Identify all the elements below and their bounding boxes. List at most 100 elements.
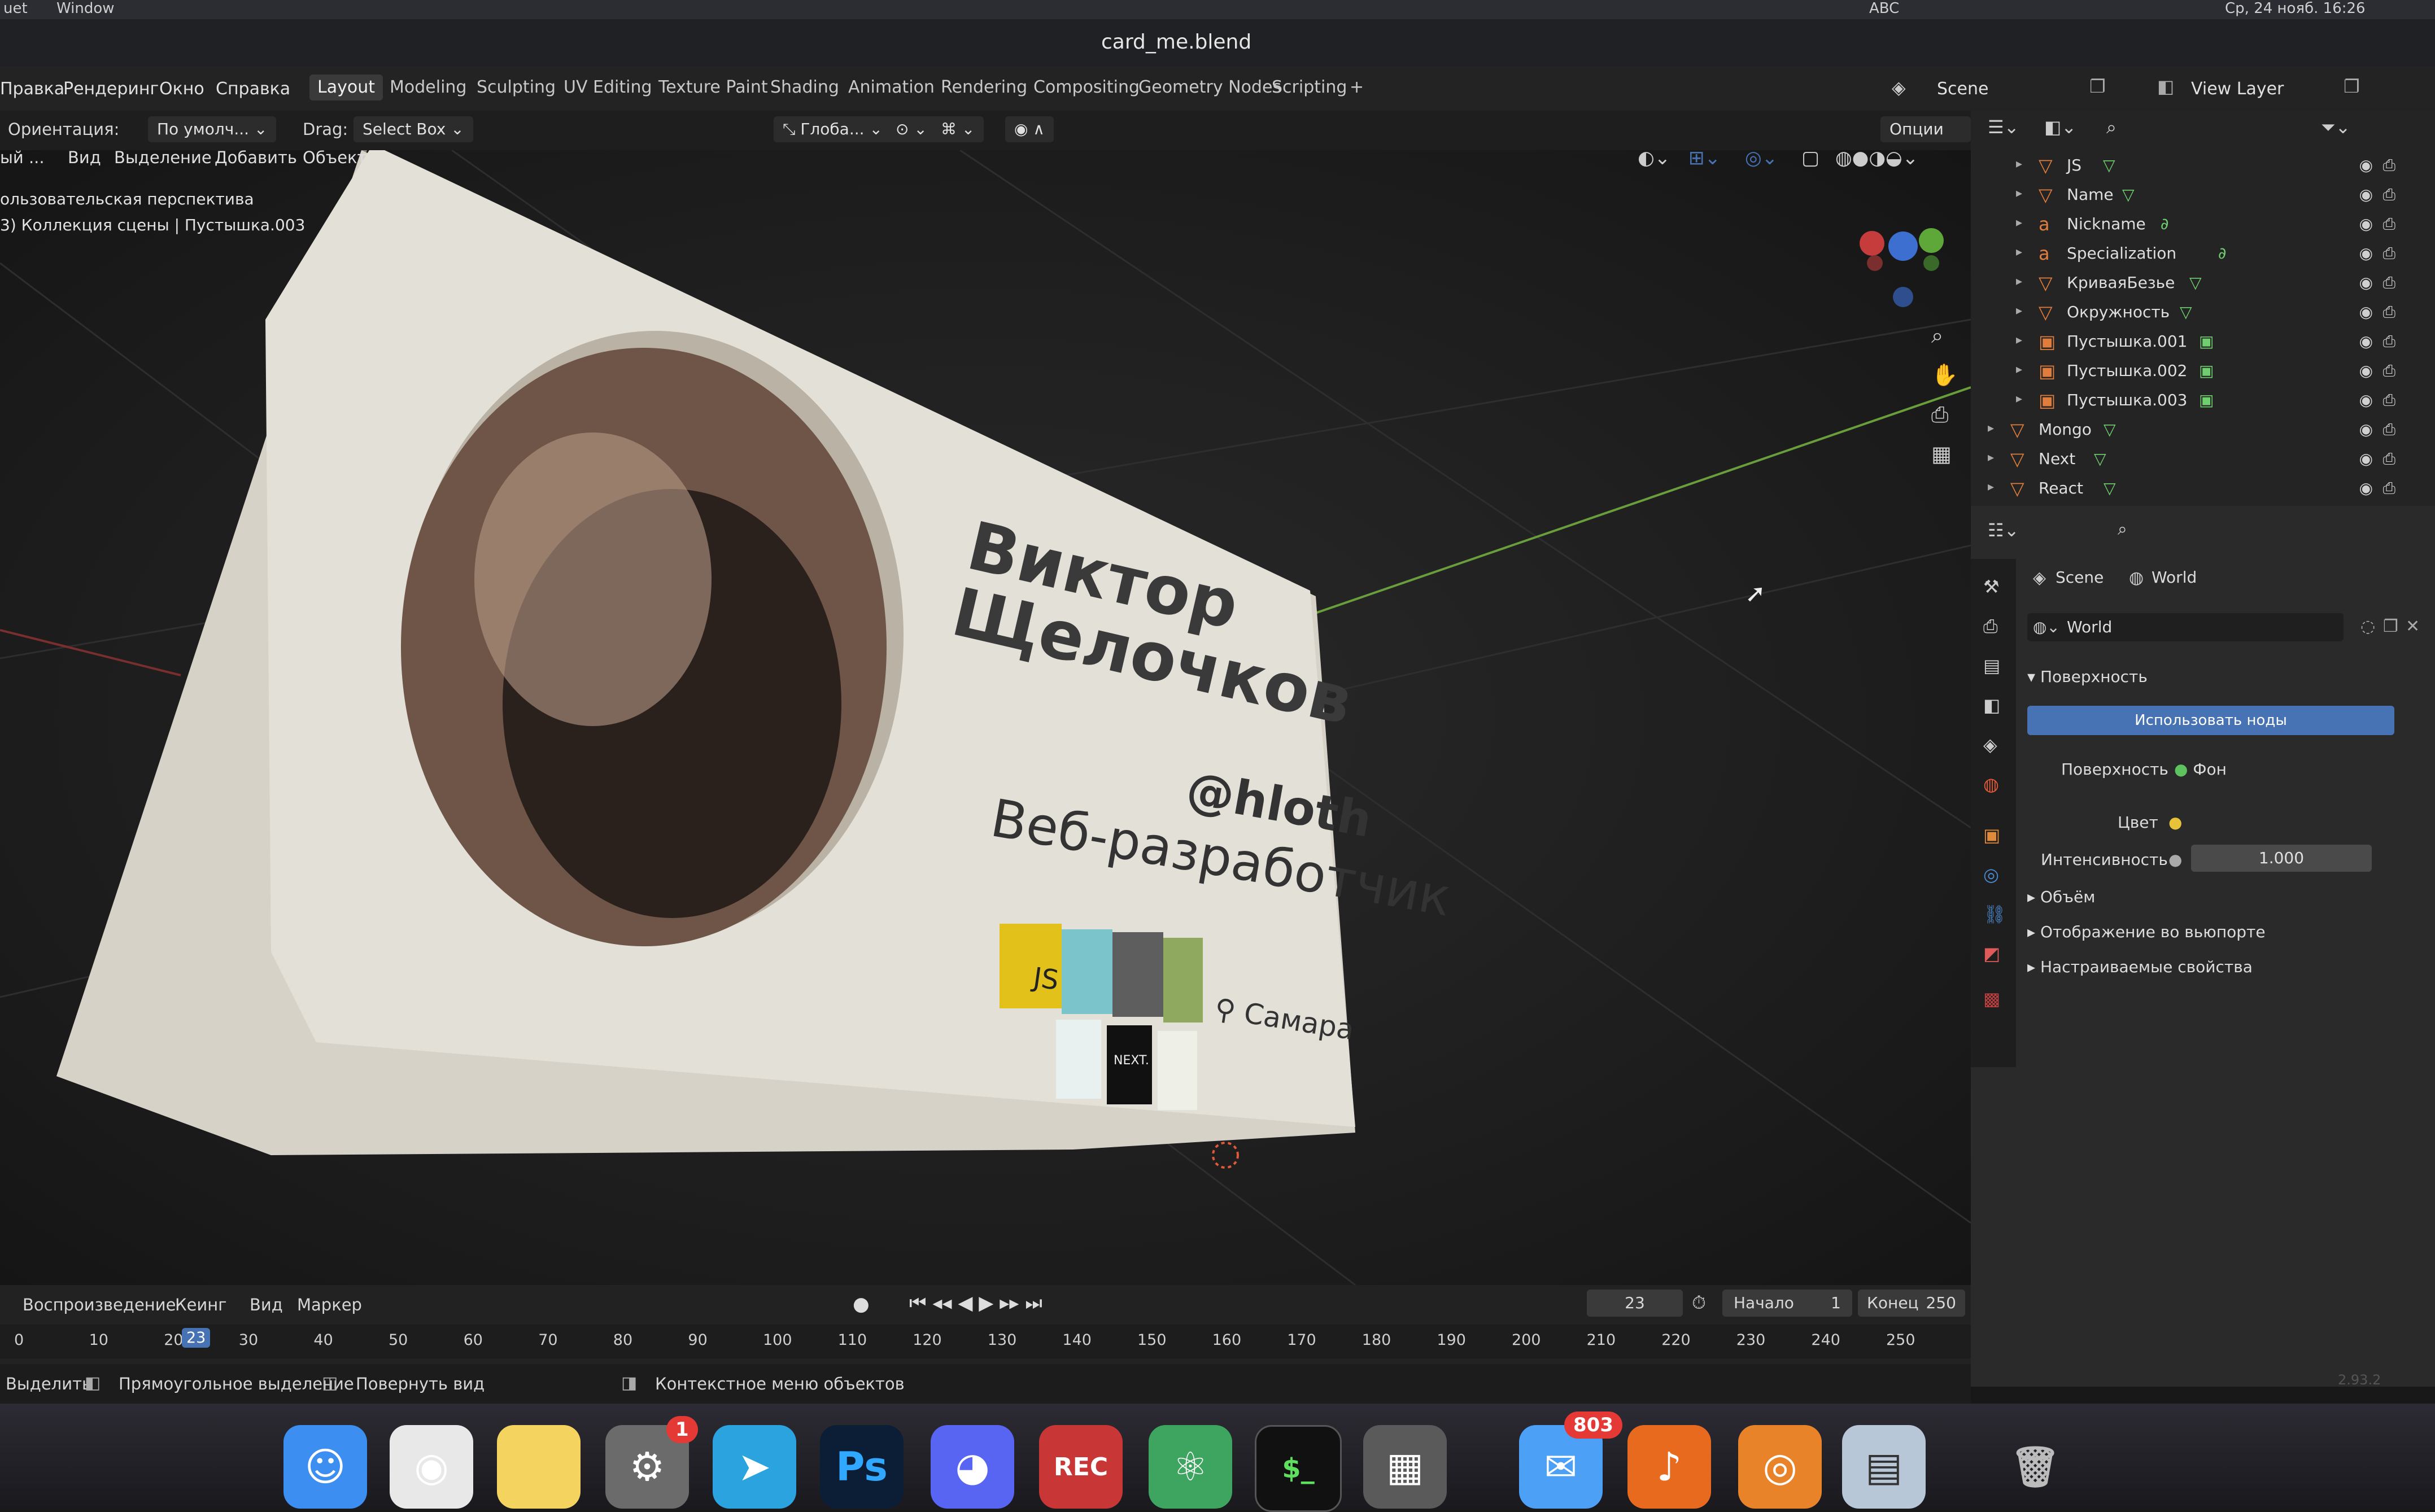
menu-window[interactable]: Окно	[159, 79, 204, 99]
dock-terminal-icon[interactable]: $_	[1255, 1425, 1342, 1512]
menu-add[interactable]: Добавить	[215, 150, 297, 167]
mode-selector[interactable]: ый ...	[0, 150, 45, 167]
expand-arrow-icon[interactable]: ▸	[2016, 392, 2022, 406]
expand-arrow-icon[interactable]: ▸	[2016, 157, 2022, 171]
object-data-icon[interactable]: ▣	[2199, 332, 2214, 351]
outliner-row[interactable]: ▸ a Nickname ∂ ◉ ⎙	[1971, 209, 2435, 238]
render-camera-icon[interactable]: ⎙	[2383, 185, 2395, 204]
pivot-dropdown[interactable]: ⊙ ⌄	[887, 116, 936, 142]
playhead[interactable]: 23	[181, 1328, 211, 1348]
tab-shading[interactable]: Shading	[762, 75, 847, 100]
viewport-display-section-header[interactable]: ▸ Отображение во вьюпорте	[2027, 923, 2266, 941]
view-layer-copy-icon[interactable]: ❐	[2344, 76, 2360, 97]
dock-trash-icon[interactable]: 🗑	[1993, 1425, 2077, 1509]
use-nodes-button[interactable]: Использовать ноды	[2027, 706, 2394, 735]
visibility-eye-icon[interactable]: ◉	[2359, 273, 2373, 292]
outliner-row[interactable]: ▸ ▽ JS ▽ ◉ ⎙	[1971, 150, 2435, 180]
outliner-row[interactable]: ▸ ▽ Next ▽ ◉ ⎙	[1971, 444, 2435, 473]
filter-icon[interactable]: ⏷⌄	[2321, 116, 2350, 138]
outliner-row[interactable]: ▸ ▣ Пустышка.003 ▣ ◉ ⎙	[1971, 385, 2435, 414]
object-data-icon[interactable]: ▽	[2189, 273, 2202, 292]
dock-atom-icon[interactable]: ⚛	[1149, 1425, 1232, 1509]
visibility-eye-icon[interactable]: ◉	[2359, 361, 2373, 380]
object-data-icon[interactable]: ▽	[2104, 479, 2116, 497]
expand-arrow-icon[interactable]: ▸	[1988, 421, 1994, 435]
outliner-row[interactable]: ▸ ▣ Пустышка.001 ▣ ◉ ⎙	[1971, 326, 2435, 356]
navigation-gizmo[interactable]	[1860, 228, 1944, 307]
view-layer-selector[interactable]: View Layer	[2191, 79, 2284, 99]
expand-arrow-icon[interactable]: ▸	[1988, 480, 1994, 494]
transform-orientation-dropdown[interactable]: ⤡ Глоба... ⌄	[774, 116, 892, 142]
outliner-row[interactable]: ▸ ▽ КриваяБезье ▽ ◉ ⎙	[1971, 268, 2435, 297]
menu-select[interactable]: Выделение	[114, 150, 212, 167]
object-data-icon[interactable]: ▣	[2199, 391, 2214, 409]
tab-texture-paint[interactable]: Texture Paint	[651, 75, 776, 100]
options-dropdown[interactable]: Опции ⌄	[1880, 116, 1971, 164]
outliner-row[interactable]: ▸ a Specialization ∂ ◉ ⎙	[1971, 238, 2435, 268]
menubar-window[interactable]: Window	[56, 0, 115, 17]
editor-type-icon[interactable]: ☰⌄	[1988, 116, 2019, 138]
orientation-dropdown[interactable]: По умолч... ⌄	[148, 116, 277, 142]
tab-compositing[interactable]: Compositing	[1026, 75, 1147, 100]
dock-blender-icon[interactable]: ◎	[1738, 1425, 1822, 1509]
object-data-icon[interactable]: ∂	[2161, 215, 2168, 233]
menu-keying[interactable]: Кеинг	[175, 1295, 226, 1314]
visibility-eye-icon[interactable]: ◉	[2359, 449, 2373, 468]
menu-playback[interactable]: Воспроизведение	[23, 1295, 176, 1314]
visibility-eye-icon[interactable]: ◉	[2359, 156, 2373, 174]
visibility-eye-icon[interactable]: ◉	[2359, 244, 2373, 263]
render-tab-icon[interactable]: ⎙	[1983, 615, 2006, 638]
timeline-ruler[interactable]: 0 10 20 30 40 50 60 70 80 90 100 110 120 130 140 150 160…	[0, 1325, 1971, 1358]
object-data-icon[interactable]: ∂	[2218, 244, 2226, 263]
expand-arrow-icon[interactable]: ▸	[1988, 451, 1994, 465]
surface-value[interactable]: ● Фон	[2174, 760, 2227, 779]
proportional-editing-toggle[interactable]: ◉ ∧	[1005, 116, 1054, 142]
dock-garageband-icon[interactable]: ♪	[1627, 1425, 1711, 1509]
surface-section-header[interactable]: ▾ Поверхность	[2027, 667, 2148, 686]
tab-animation[interactable]: Animation	[840, 75, 942, 100]
tab-rendering[interactable]: Rendering	[933, 75, 1035, 100]
visibility-eye-icon[interactable]: ◉	[2359, 303, 2373, 321]
view-layer-icon[interactable]: ◧	[2157, 76, 2174, 97]
render-camera-icon[interactable]: ⎙	[2383, 273, 2395, 292]
dock-calculator-icon[interactable]: ▦	[1363, 1425, 1447, 1509]
search-icon[interactable]: ⌕	[2118, 519, 2127, 539]
menu-view[interactable]: Вид	[250, 1295, 283, 1314]
tab-modeling[interactable]: Modeling	[382, 75, 474, 100]
drag-dropdown[interactable]: Select Box ⌄	[354, 116, 473, 142]
outliner-item-label[interactable]: JS	[2067, 156, 2081, 174]
expand-arrow-icon[interactable]: ▸	[2016, 245, 2022, 259]
render-camera-icon[interactable]: ⎙	[2383, 332, 2395, 351]
menu-help[interactable]: Справка	[216, 79, 290, 99]
physics-tab-icon[interactable]: ◎	[1983, 864, 2006, 886]
outliner-item-label[interactable]: Пустышка.001	[2067, 332, 2187, 351]
outliner-row[interactable]: ▸ ▽ Name ▽ ◉ ⎙	[1971, 180, 2435, 209]
render-camera-icon[interactable]: ⎙	[2383, 449, 2395, 469]
snap-toggle[interactable]: ⌘ ⌄	[932, 116, 984, 142]
menu-marker[interactable]: Маркер	[297, 1295, 362, 1314]
scene-selector[interactable]: Scene	[1937, 79, 1988, 99]
view-layer-tab-icon[interactable]: ◧	[1983, 694, 2006, 717]
output-tab-icon[interactable]: ▤	[1983, 655, 2006, 678]
visibility-eye-icon[interactable]: ◉	[2359, 185, 2373, 204]
expand-arrow-icon[interactable]: ▸	[2016, 304, 2022, 318]
3d-viewport[interactable]: ый ... Вид Выделение Добавить Объект оль…	[0, 150, 1971, 1285]
tool-tab-icon[interactable]: ⚒	[1983, 576, 2006, 598]
zoom-icon[interactable]: ⌕	[1931, 323, 1943, 348]
outliner-row[interactable]: ▸ ▣ Пустышка.002 ▣ ◉ ⎙	[1971, 356, 2435, 385]
custom-properties-section-header[interactable]: ▸ Настраиваемые свойства	[2027, 958, 2253, 976]
input-source[interactable]: ABC	[1869, 0, 1899, 17]
grid-view-icon[interactable]: ▦	[1931, 442, 1952, 466]
camera-view-icon[interactable]: ⎙	[1931, 402, 1948, 427]
pan-hand-icon[interactable]: ✋	[1931, 362, 1958, 388]
record-icon[interactable]: ●	[853, 1293, 870, 1316]
expand-arrow-icon[interactable]: ▸	[2016, 216, 2022, 230]
texture-tab-icon[interactable]: ▩	[1983, 988, 2006, 1011]
tab-sculpting[interactable]: Sculpting	[469, 75, 564, 100]
xray-toggle-icon[interactable]: ▢	[1801, 150, 1819, 169]
render-camera-icon[interactable]: ⎙	[2383, 361, 2395, 381]
properties-editor-icon[interactable]: ☷⌄	[1988, 519, 2019, 541]
visibility-eye-icon[interactable]: ◉	[2359, 391, 2373, 409]
expand-arrow-icon[interactable]: ▸	[2016, 333, 2022, 347]
menu-render[interactable]: Рендеринг	[63, 79, 159, 99]
